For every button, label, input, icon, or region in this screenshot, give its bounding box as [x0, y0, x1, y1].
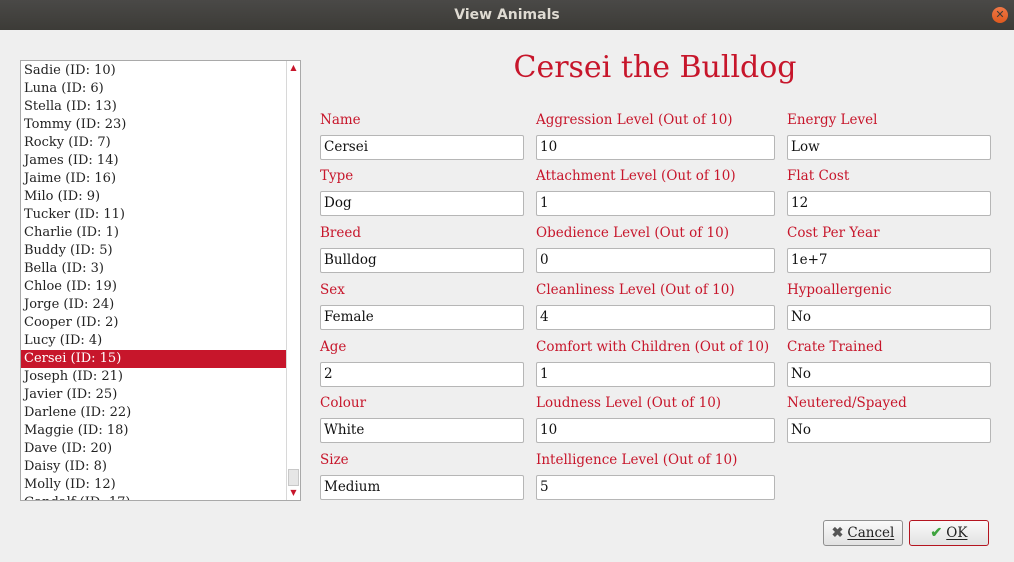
crate-trained-label: Crate Trained: [787, 339, 883, 355]
scroll-down-icon[interactable]: ▼: [287, 486, 300, 500]
list-item[interactable]: James (ID: 14): [21, 152, 287, 170]
list-item[interactable]: Gandalf (ID: 17): [21, 494, 287, 500]
type-label: Type: [320, 168, 354, 184]
checkmark-icon: ✔: [930, 525, 943, 541]
list-item[interactable]: Tommy (ID: 23): [21, 116, 287, 134]
ok-button[interactable]: ✔ OK: [909, 520, 989, 546]
list-item[interactable]: Dave (ID: 20): [21, 440, 287, 458]
cleanliness-level-field[interactable]: 4: [536, 305, 775, 330]
animal-title: Cersei the Bulldog: [513, 50, 797, 85]
energy-level-field[interactable]: Low: [787, 135, 991, 160]
hypoallergenic-label: Hypoallergenic: [787, 282, 892, 298]
comfort-with-children-label: Comfort with Children (Out of 10): [536, 339, 770, 355]
flat-cost-label: Flat Cost: [787, 168, 850, 184]
cancel-icon: ✖: [831, 525, 844, 541]
cost-per-year-field[interactable]: 1e+7: [787, 248, 991, 273]
list-item[interactable]: Charlie (ID: 1): [21, 224, 287, 242]
animal-list-items: Sadie (ID: 10) Luna (ID: 6) Stella (ID: 13…: [21, 61, 287, 500]
list-item[interactable]: Stella (ID: 13): [21, 98, 287, 116]
sex-field[interactable]: Female: [320, 305, 524, 330]
crate-trained-field[interactable]: No: [787, 362, 991, 387]
breed-field[interactable]: Bulldog: [320, 248, 524, 273]
hypoallergenic-field[interactable]: No: [787, 305, 991, 330]
list-scrollbar[interactable]: ▲ ▼: [286, 61, 300, 500]
list-item[interactable]: Milo (ID: 9): [21, 188, 287, 206]
window-title: View Animals: [454, 7, 560, 23]
list-item[interactable]: Daisy (ID: 8): [21, 458, 287, 476]
type-field[interactable]: Dog: [320, 191, 524, 216]
sex-label: Sex: [320, 282, 345, 298]
obedience-level-label: Obedience Level (Out of 10): [536, 225, 729, 241]
flat-cost-field[interactable]: 12: [787, 191, 991, 216]
cancel-label: Cancel: [847, 525, 895, 541]
aggression-level-label: Aggression Level (Out of 10): [536, 112, 733, 128]
intelligence-level-label: Intelligence Level (Out of 10): [536, 452, 738, 468]
obedience-level-field[interactable]: 0: [536, 248, 775, 273]
list-item[interactable]: Joseph (ID: 21): [21, 368, 287, 386]
list-item[interactable]: Cersei (ID: 15): [21, 350, 287, 368]
list-item[interactable]: Molly (ID: 12): [21, 476, 287, 494]
aggression-level-field[interactable]: 10: [536, 135, 775, 160]
list-item[interactable]: Rocky (ID: 7): [21, 134, 287, 152]
loudness-level-label: Loudness Level (Out of 10): [536, 395, 722, 411]
ok-label: OK: [946, 525, 968, 541]
cost-per-year-label: Cost Per Year: [787, 225, 880, 241]
energy-level-label: Energy Level: [787, 112, 878, 128]
animal-list[interactable]: Sadie (ID: 10) Luna (ID: 6) Stella (ID: 13…: [20, 60, 301, 501]
scroll-track[interactable]: [288, 75, 299, 486]
list-item[interactable]: Sadie (ID: 10): [21, 62, 287, 80]
breed-label: Breed: [320, 225, 361, 241]
neutered-spayed-field[interactable]: No: [787, 418, 991, 443]
cancel-button[interactable]: ✖ Cancel: [823, 520, 903, 546]
attachment-level-label: Attachment Level (Out of 10): [536, 168, 736, 184]
name-field[interactable]: Cersei: [320, 135, 524, 160]
attachment-level-field[interactable]: 1: [536, 191, 775, 216]
window-titlebar: View Animals ✕: [0, 0, 1014, 30]
neutered-spayed-label: Neutered/Spayed: [787, 395, 907, 411]
list-item[interactable]: Chloe (ID: 19): [21, 278, 287, 296]
list-item[interactable]: Buddy (ID: 5): [21, 242, 287, 260]
list-item[interactable]: Bella (ID: 3): [21, 260, 287, 278]
size-label: Size: [320, 452, 349, 468]
list-item[interactable]: Maggie (ID: 18): [21, 422, 287, 440]
age-label: Age: [320, 339, 347, 355]
list-item[interactable]: Cooper (ID: 2): [21, 314, 287, 332]
size-field[interactable]: Medium: [320, 475, 524, 500]
list-item[interactable]: Luna (ID: 6): [21, 80, 287, 98]
colour-label: Colour: [320, 395, 367, 411]
intelligence-level-field[interactable]: 5: [536, 475, 775, 500]
scroll-up-icon[interactable]: ▲: [287, 61, 300, 75]
colour-field[interactable]: White: [320, 418, 524, 443]
list-item[interactable]: Darlene (ID: 22): [21, 404, 287, 422]
list-item[interactable]: Javier (ID: 25): [21, 386, 287, 404]
loudness-level-field[interactable]: 10: [536, 418, 775, 443]
name-label: Name: [320, 112, 361, 128]
list-item[interactable]: Lucy (ID: 4): [21, 332, 287, 350]
list-item[interactable]: Jorge (ID: 24): [21, 296, 287, 314]
list-item[interactable]: Tucker (ID: 11): [21, 206, 287, 224]
list-item[interactable]: Jaime (ID: 16): [21, 170, 287, 188]
close-icon[interactable]: ✕: [992, 7, 1008, 23]
cleanliness-level-label: Cleanliness Level (Out of 10): [536, 282, 735, 298]
scroll-thumb[interactable]: [288, 469, 299, 486]
comfort-with-children-field[interactable]: 1: [536, 362, 775, 387]
age-field[interactable]: 2: [320, 362, 524, 387]
